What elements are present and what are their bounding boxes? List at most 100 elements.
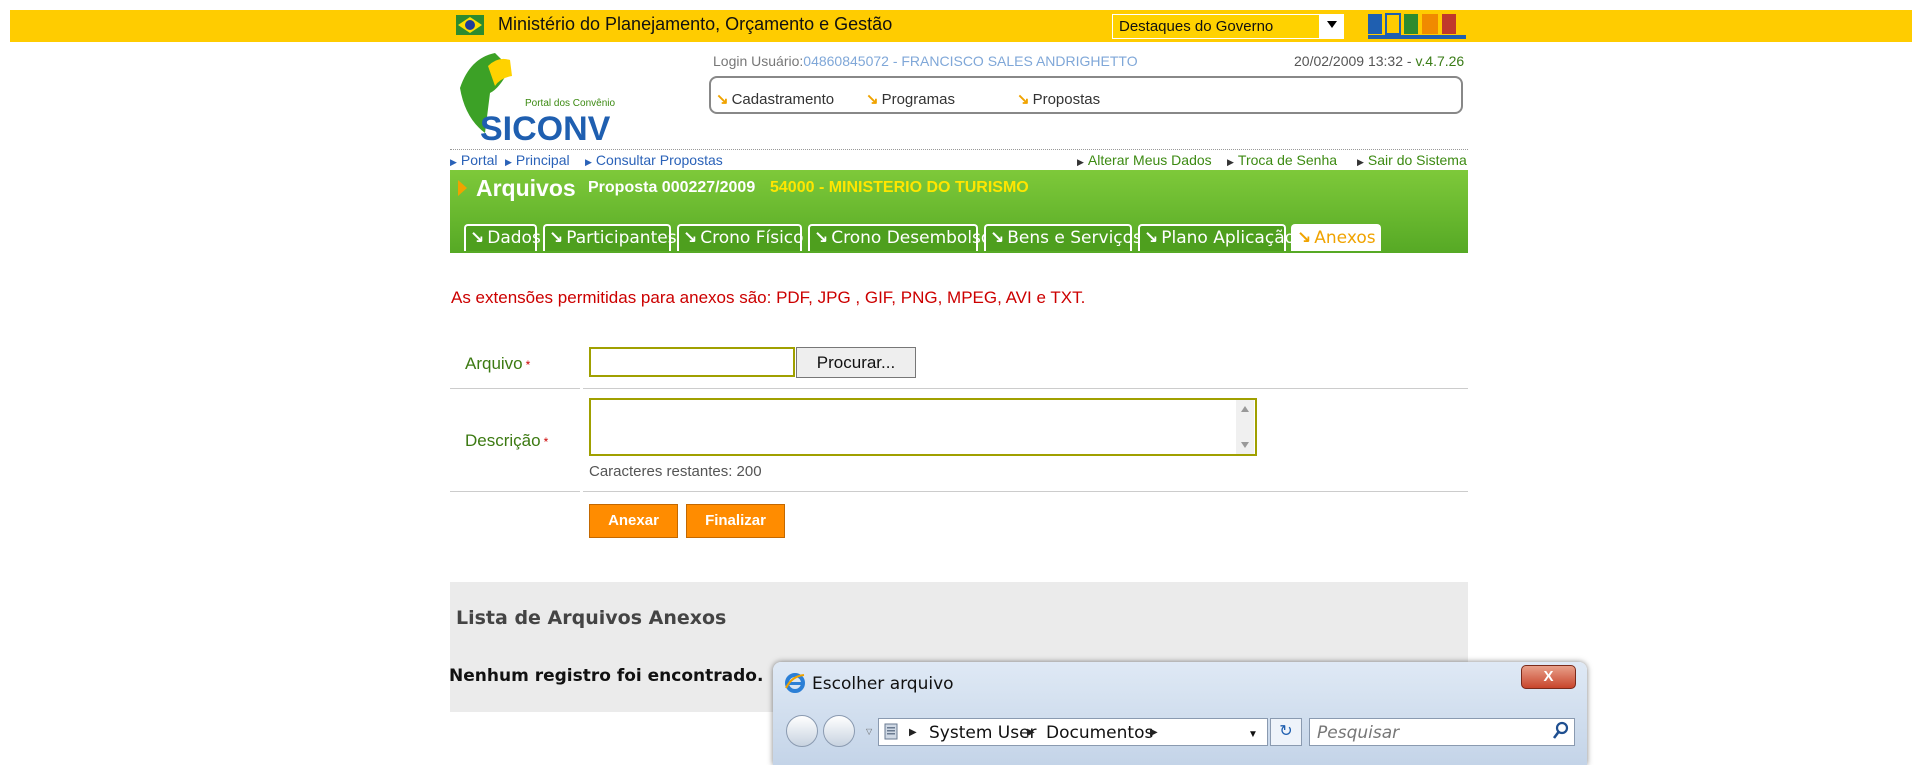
gov-highlights-select[interactable]: Destaques do Governo [1112, 14, 1344, 39]
login-user: 04860845072 - FRANCISCO SALES ANDRIGHETT… [803, 53, 1138, 69]
login-info: Login Usuário:04860845072 - FRANCISCO SA… [713, 53, 1138, 69]
triangle-right-icon: ▶ [585, 157, 592, 167]
arrow-icon: ↘ [990, 228, 1005, 248]
arrow-icon: ↘ [716, 91, 729, 108]
file-label: Arquivo * [465, 354, 530, 374]
tab-label: Bens e Serviços [1007, 228, 1142, 248]
proposal-number: Proposta 000227/2009 [588, 179, 756, 196]
login-label: Login Usuário: [713, 53, 804, 69]
menu-propostas[interactable]: ↘ Propostas [1017, 90, 1100, 108]
description-textarea[interactable] [589, 398, 1257, 456]
history-dropdown-icon[interactable]: ▽ [866, 727, 872, 736]
bullet-icon [458, 180, 467, 196]
tab-participantes[interactable]: ↘ Participantes [543, 224, 677, 251]
arrow-icon: ↘ [470, 228, 485, 248]
arrow-icon: ↘ [683, 228, 698, 248]
refresh-button[interactable]: ↻ [1270, 718, 1302, 746]
arrow-icon: ↘ [814, 228, 829, 248]
back-button[interactable] [786, 715, 818, 747]
required-mark: * [525, 358, 531, 372]
folder-icon [884, 723, 898, 740]
textarea-scrollbar[interactable] [1236, 400, 1254, 454]
search-icon[interactable] [1552, 721, 1570, 741]
main-menu: ↘ Cadastramento ↘ Programas ↘ Propostas [709, 76, 1463, 114]
breadcrumb-consultar-propostas[interactable]: ▶ Consultar Propostas [585, 152, 723, 168]
triangle-right-icon: ▶ [450, 157, 457, 167]
tab-label: Dados [487, 228, 541, 248]
logo-title: SICONV [480, 110, 611, 146]
tab-crono-fisico[interactable]: ↘ Crono Físico [677, 224, 804, 251]
breadcrumb-label: Portal [460, 152, 498, 168]
datetime: 20/02/2009 13:32 - [1294, 53, 1416, 69]
gov-top-bar [10, 10, 1912, 42]
close-button[interactable]: X [1521, 665, 1576, 689]
arrow-icon: ↘ [1297, 228, 1312, 248]
browse-button[interactable]: Procurar... [796, 347, 916, 378]
tab-label: Crono Físico [700, 228, 804, 248]
chevron-down-icon[interactable]: ▼ [1248, 729, 1258, 740]
tab-bens-servicos[interactable]: ↘ Bens e Serviços [984, 224, 1142, 251]
version: v.4.7.26 [1415, 53, 1465, 69]
triangle-right-icon: ▶ [1077, 157, 1084, 167]
menu-label: Propostas [1032, 91, 1101, 108]
file-input[interactable] [589, 347, 795, 377]
forward-button[interactable] [823, 715, 855, 747]
tab-label: Crono Desembolso [831, 228, 992, 248]
menu-programas[interactable]: ↘ Programas [866, 90, 955, 108]
divider [450, 149, 1468, 150]
tab-crono-desembolso[interactable]: ↘ Crono Desembolso [808, 224, 991, 251]
link-label: Troca de Senha [1237, 152, 1338, 168]
arrow-icon: ↘ [1144, 228, 1159, 248]
label-text: Descrição [465, 431, 541, 450]
link-alterar-dados[interactable]: ▶ Alterar Meus Dados [1077, 152, 1212, 168]
link-label: Sair do Sistema [1367, 152, 1467, 168]
label-text: Arquivo [465, 354, 523, 373]
divider [450, 491, 580, 492]
breadcrumb-principal[interactable]: ▶ Principal [505, 152, 570, 168]
breadcrumb-label: Principal [515, 152, 570, 168]
brazil-flag-icon [456, 15, 484, 35]
chevron-down-icon [1327, 21, 1337, 28]
dialog-title: Escolher arquivo [812, 674, 954, 694]
tab-anexos[interactable]: ↘ Anexos [1291, 224, 1381, 251]
link-troca-senha[interactable]: ▶ Troca de Senha [1227, 152, 1337, 168]
datetime-version: 20/02/2009 13:32 - v.4.7.26 [1294, 53, 1464, 69]
finish-button[interactable]: Finalizar [686, 504, 785, 538]
chevron-right-icon[interactable]: ▶ [1027, 727, 1035, 738]
organization: 54000 - MINISTERIO DO TURISMO [770, 179, 1029, 196]
path-system-user[interactable]: System User [929, 723, 1037, 743]
arrow-icon: ↘ [866, 91, 879, 108]
divider [583, 388, 1468, 389]
menu-label: Programas [881, 91, 955, 108]
triangle-right-icon: ▶ [505, 157, 512, 167]
ministry-name: Ministério do Planejamento, Orçamento e … [498, 14, 893, 34]
tab-plano-aplicacao[interactable]: ↘ Plano Aplicação [1138, 224, 1295, 251]
menu-cadastramento[interactable]: ↘ Cadastramento [716, 90, 834, 108]
triangle-right-icon: ▶ [1357, 157, 1364, 167]
path-documentos[interactable]: Documentos [1046, 723, 1153, 743]
search-placeholder: Pesquisar [1317, 723, 1400, 743]
brasil-logo [1368, 13, 1466, 39]
siconv-logo[interactable]: Portal dos Convênios SICONV [450, 48, 615, 146]
page-title: Arquivos [476, 175, 576, 201]
arrow-icon: ↘ [1017, 91, 1030, 108]
menu-label: Cadastramento [731, 91, 835, 108]
tab-label: Participantes [566, 228, 677, 248]
divider [583, 491, 1468, 492]
breadcrumb-portal[interactable]: ▶ Portal [450, 152, 498, 168]
chars-remaining: Caracteres restantes: 200 [589, 463, 762, 480]
arrow-icon: ↘ [549, 228, 564, 248]
extensions-message: As extensões permitidas para anexos são:… [451, 288, 1086, 307]
chevron-right-icon[interactable]: ▶ [1150, 727, 1158, 738]
description-label: Descrição * [465, 431, 548, 451]
triangle-right-icon: ▶ [1227, 157, 1234, 167]
tab-label: Anexos [1314, 228, 1376, 248]
chevron-right-icon[interactable]: ▶ [909, 727, 917, 738]
tab-dados[interactable]: ↘ Dados [464, 224, 541, 251]
tab-label: Plano Aplicação [1161, 228, 1296, 248]
attach-button[interactable]: Anexar [589, 504, 678, 538]
breadcrumb-label: Consultar Propostas [595, 152, 723, 168]
gov-select-value: Destaques do Governo [1119, 18, 1274, 35]
divider [450, 388, 580, 389]
link-sair[interactable]: ▶ Sair do Sistema [1357, 152, 1467, 168]
